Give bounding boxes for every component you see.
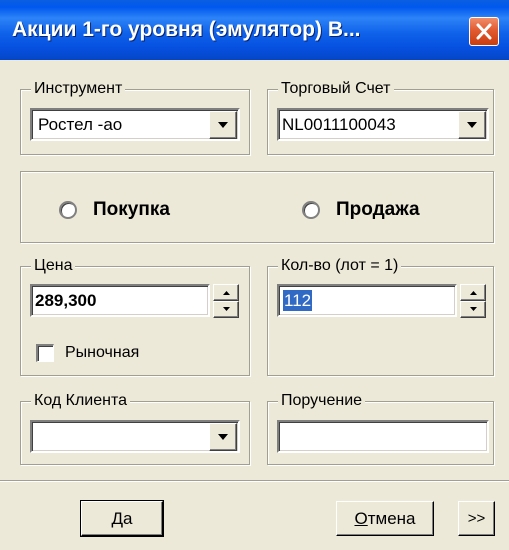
instrument-value: Ростел -ао (38, 115, 123, 134)
side-group (20, 171, 494, 243)
price-value: 289,300 (35, 291, 97, 310)
quantity-input[interactable]: 112 (277, 284, 457, 317)
instrument-legend: Инструмент (31, 79, 126, 99)
cancel-label-rest: тмена (367, 509, 416, 528)
cancel-mnemonic: О (354, 509, 368, 528)
price-legend: Цена (31, 256, 76, 276)
ok-button-label: Да (112, 509, 133, 528)
arrow-up-icon (223, 291, 230, 295)
client-code-select[interactable] (30, 420, 240, 453)
order-ref-legend: Поручение (278, 391, 366, 411)
more-button-label: >> (467, 510, 486, 527)
buy-radio[interactable] (59, 201, 77, 219)
sell-label[interactable]: Продажа (336, 198, 420, 222)
sell-radio[interactable] (302, 201, 320, 219)
quantity-spin-up[interactable] (460, 284, 486, 301)
cancel-button[interactable]: Отмена (336, 501, 434, 536)
arrow-down-icon (223, 307, 230, 311)
footer-separator (0, 480, 509, 482)
ok-mnemonic: Д (111, 509, 124, 528)
market-checkbox[interactable] (36, 344, 54, 362)
chevron-down-icon (218, 434, 228, 440)
close-icon (476, 23, 492, 40)
cancel-button-label: Отмена (354, 509, 415, 528)
close-button[interactable] (469, 17, 499, 46)
ok-button[interactable]: Да (80, 500, 164, 537)
account-legend: Торговый Счет (278, 79, 394, 99)
client-code-dropdown-button[interactable] (209, 423, 237, 451)
account-value: NL0011100043 (282, 115, 396, 134)
chevron-down-icon (218, 122, 228, 128)
instrument-dropdown-button[interactable] (209, 111, 237, 139)
price-spin-down[interactable] (213, 301, 239, 318)
quantity-spin-down[interactable] (460, 301, 486, 318)
account-dropdown-button[interactable] (458, 111, 486, 139)
chevron-down-icon (467, 122, 477, 128)
quantity-legend: Кол-во (лот = 1) (278, 256, 402, 276)
price-spin-up[interactable] (213, 284, 239, 301)
more-button[interactable]: >> (458, 501, 495, 536)
price-input[interactable]: 289,300 (30, 284, 210, 317)
arrow-up-icon (470, 291, 477, 295)
order-dialog: Акции 1-го уровня (эмулятор) В... Инстру… (0, 0, 509, 550)
title-bar[interactable]: Акции 1-го уровня (эмулятор) В... (0, 0, 509, 60)
ok-label-rest: а (123, 509, 133, 528)
market-label[interactable]: Рыночная (65, 343, 139, 363)
arrow-down-icon (470, 307, 477, 311)
quantity-value: 112 (283, 290, 313, 311)
client-code-legend: Код Клиента (31, 391, 131, 411)
window-title: Акции 1-го уровня (эмулятор) В... (12, 18, 361, 41)
order-ref-input[interactable] (277, 420, 489, 453)
buy-label[interactable]: Покупка (93, 198, 170, 222)
instrument-select[interactable]: Ростел -ао (30, 108, 240, 141)
quantity-group: Кол-во (лот = 1) (267, 256, 494, 376)
account-select[interactable]: NL0011100043 (277, 108, 489, 141)
